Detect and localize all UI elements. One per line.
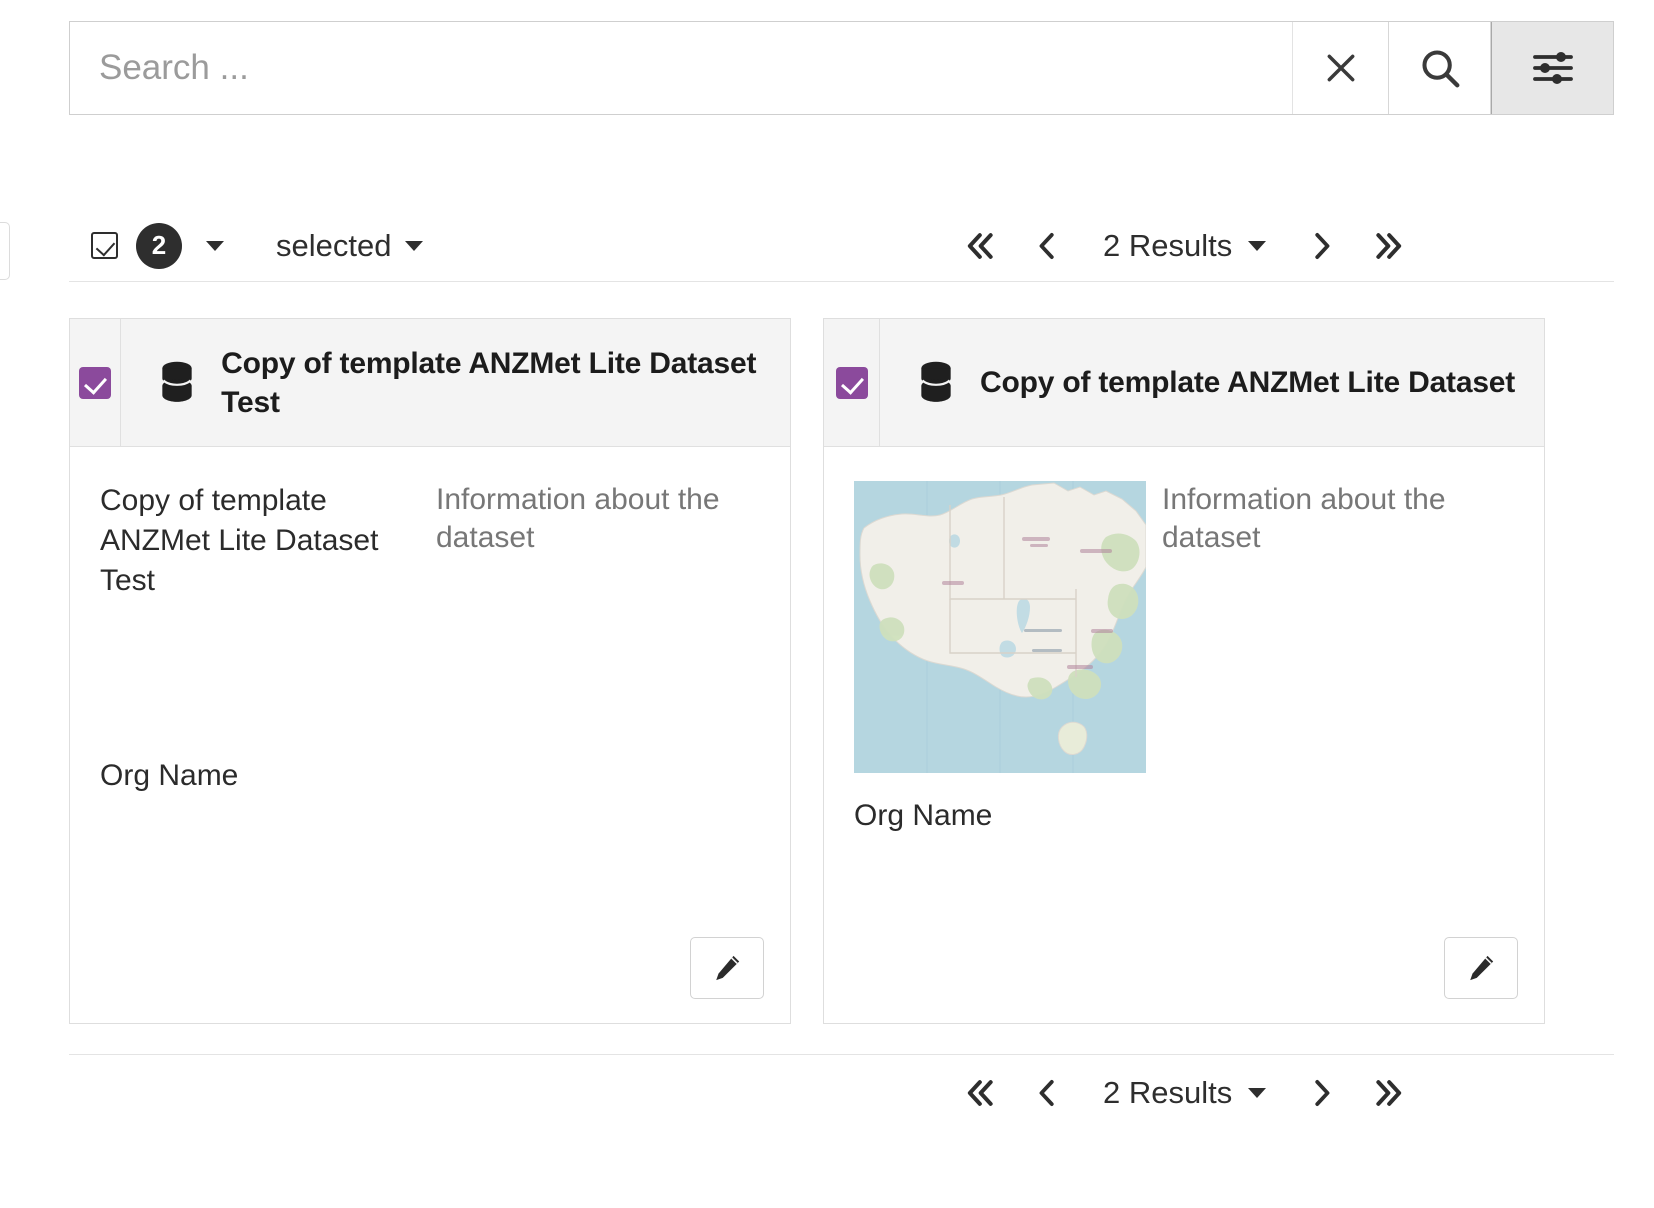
selected-dropdown[interactable]: selected	[230, 227, 424, 264]
result-card-title: Copy of template ANZMet Lite Dataset	[980, 366, 1516, 399]
search-icon	[1421, 50, 1459, 88]
next-page-button[interactable]	[1288, 1062, 1356, 1124]
results-count-dropdown[interactable]: 2 Results	[1081, 1075, 1288, 1111]
search-results-page: 2 selected 2 Results	[0, 0, 1654, 1208]
edit-record-button[interactable]	[690, 937, 764, 999]
results-grid: Copy of template ANZMet Lite Dataset Tes…	[69, 318, 1614, 1024]
chevron-double-left-icon	[967, 1080, 993, 1106]
prev-page-button[interactable]	[1013, 1062, 1081, 1124]
first-page-button[interactable]	[945, 215, 1013, 277]
clear-search-button[interactable]	[1293, 22, 1389, 114]
filter-toggle-button[interactable]	[1491, 22, 1613, 114]
selected-count-badge[interactable]: 2	[136, 222, 182, 269]
result-org-name: Org Name	[100, 758, 239, 792]
chevron-right-icon	[1315, 233, 1330, 259]
result-card-top: Information about the dataset	[854, 481, 1514, 773]
offscreen-panel-edge	[0, 222, 10, 280]
result-card-right: Information about the dataset	[436, 481, 760, 601]
map-thumbnail-australia[interactable]	[854, 481, 1146, 773]
selection-menu-button[interactable]	[200, 235, 230, 257]
search-input-wrapper	[70, 22, 1293, 114]
select-all-checkbox[interactable]	[91, 232, 118, 259]
pencil-edit-icon	[716, 955, 740, 981]
result-select-checkbox[interactable]	[79, 366, 112, 399]
prev-page-button[interactable]	[1013, 215, 1081, 277]
results-count-label: 2 Results	[1103, 228, 1233, 263]
result-card-left: Copy of template ANZMet Lite Dataset Tes…	[100, 481, 420, 601]
result-card-title: Copy of template ANZMet Lite Dataset Tes…	[221, 346, 757, 419]
chevron-double-right-icon	[1376, 233, 1402, 259]
result-record-title: Copy of template ANZMet Lite Dataset Tes…	[100, 484, 379, 597]
pagination-top: 2 Results	[945, 213, 1424, 279]
bottom-divider	[69, 1054, 1614, 1055]
pencil-edit-icon	[1470, 955, 1494, 981]
result-abstract: Information about the dataset	[436, 483, 720, 555]
search-bar	[69, 21, 1614, 115]
close-icon	[1327, 54, 1354, 82]
last-page-button[interactable]	[1356, 215, 1424, 277]
chevron-double-right-icon	[1376, 1080, 1402, 1106]
search-input[interactable]	[99, 48, 1292, 88]
caret-down-icon	[206, 240, 224, 251]
result-card[interactable]: Copy of template ANZMet Lite Dataset Tes…	[69, 318, 791, 1024]
next-page-button[interactable]	[1288, 215, 1356, 277]
database-icon	[914, 359, 958, 407]
result-card-top: Copy of template ANZMet Lite Dataset Tes…	[100, 481, 760, 601]
caret-down-icon	[1248, 1088, 1267, 1098]
result-select-checkbox[interactable]	[835, 366, 868, 399]
result-card-header: Copy of template ANZMet Lite Dataset	[824, 319, 1544, 447]
first-page-button[interactable]	[945, 1062, 1013, 1124]
last-page-button[interactable]	[1356, 1062, 1424, 1124]
search-submit-button[interactable]	[1389, 22, 1491, 114]
selection-controls: 2 selected	[69, 222, 424, 269]
result-card[interactable]: Copy of template ANZMet Lite Dataset Inf…	[823, 318, 1545, 1024]
result-abstract: Information about the dataset	[1162, 483, 1446, 555]
result-select-cell	[824, 319, 880, 446]
caret-down-icon	[1248, 241, 1267, 251]
result-card-header: Copy of template ANZMet Lite Dataset Tes…	[70, 319, 790, 447]
chevron-left-icon	[1039, 1080, 1054, 1106]
result-org-name: Org Name	[854, 799, 993, 832]
chevron-left-icon	[1039, 233, 1054, 259]
database-icon	[155, 359, 199, 407]
chevron-right-icon	[1315, 1080, 1330, 1106]
chevron-double-left-icon	[967, 233, 993, 259]
edit-record-button[interactable]	[1444, 937, 1518, 999]
sliders-filter-icon	[1532, 52, 1573, 84]
selected-dropdown-label: selected	[276, 227, 392, 263]
result-card-body: Copy of template ANZMet Lite Dataset Tes…	[70, 447, 790, 1023]
result-select-cell	[70, 319, 122, 446]
results-count-label: 2 Results	[1103, 1075, 1233, 1110]
pagination-bottom: 2 Results	[945, 1060, 1424, 1126]
caret-down-icon	[405, 240, 424, 251]
result-card-body: Information about the dataset Org Name	[824, 447, 1544, 1023]
result-card-right: Information about the dataset	[1162, 481, 1514, 773]
results-count-dropdown[interactable]: 2 Results	[1081, 228, 1288, 264]
